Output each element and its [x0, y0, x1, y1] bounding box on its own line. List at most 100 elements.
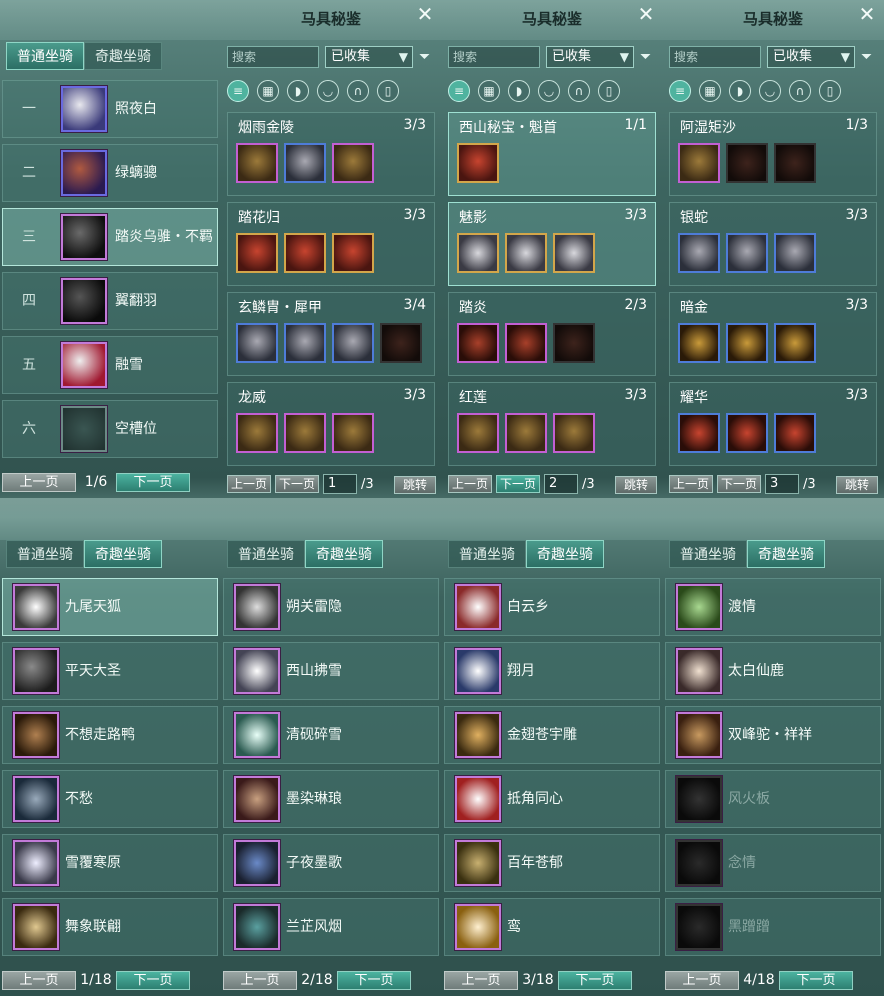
equipment-set[interactable]: 玄鳞胄・犀甲 3/4 — [227, 292, 435, 376]
gear-item[interactable] — [236, 323, 278, 363]
mount-row[interactable]: 渡情 — [665, 578, 881, 636]
prev-page-button[interactable]: 上一页 — [444, 970, 518, 990]
gear-item[interactable] — [284, 413, 326, 453]
gear-item[interactable] — [774, 233, 816, 273]
grid-category-icon[interactable]: ▦ — [257, 80, 279, 102]
horseshoe-icon[interactable]: ∩ — [347, 80, 369, 102]
mount-row[interactable]: 翔月 — [444, 642, 660, 700]
equipment-set[interactable]: 西山秘宝・魁首 1/1 — [448, 112, 656, 196]
gear-item[interactable] — [726, 413, 768, 453]
next-page-button[interactable]: 下一页 — [496, 475, 540, 493]
mount-row[interactable]: 兰芷风烟 — [223, 898, 439, 956]
prev-page-button[interactable]: 上一页 — [2, 472, 76, 492]
chest-armor-icon[interactable]: ◡ — [317, 80, 339, 102]
search-input[interactable]: 搜索 — [669, 46, 761, 68]
close-icon[interactable]: ✕ — [637, 4, 655, 24]
mount-row[interactable]: 黑蹭蹭 — [665, 898, 881, 956]
next-page-button[interactable]: 下一页 — [116, 970, 190, 990]
gear-item[interactable] — [236, 233, 278, 273]
next-page-button[interactable]: 下一页 — [558, 970, 632, 990]
gear-item[interactable] — [553, 413, 595, 453]
gear-item-locked[interactable] — [774, 143, 816, 183]
tab-fun-mounts[interactable]: 奇趣坐骑 — [526, 540, 604, 568]
prev-page-button[interactable]: 上一页 — [227, 475, 271, 493]
mount-row[interactable]: 六 空槽位 — [2, 400, 218, 458]
saddle-icon[interactable]: ▯ — [377, 80, 399, 102]
gear-item[interactable] — [678, 143, 720, 183]
mount-row[interactable]: 西山拂雪 — [223, 642, 439, 700]
filter-icon[interactable]: ⏷ — [640, 46, 656, 68]
equipment-set[interactable]: 暗金 3/3 — [669, 292, 877, 376]
gear-item[interactable] — [284, 323, 326, 363]
prev-page-button[interactable]: 上一页 — [2, 970, 76, 990]
horseshoe-icon[interactable]: ∩ — [568, 80, 590, 102]
gear-item[interactable] — [457, 323, 499, 363]
all-category-icon[interactable]: ≡ — [227, 80, 249, 102]
gear-item[interactable] — [236, 413, 278, 453]
mount-row-selected[interactable]: 九尾天狐 — [2, 578, 218, 636]
gear-item[interactable] — [457, 413, 499, 453]
jump-button[interactable]: 跳转 — [394, 476, 436, 494]
mount-row[interactable]: 金翅苍宇雕 — [444, 706, 660, 764]
mount-row[interactable]: 太白仙鹿 — [665, 642, 881, 700]
gear-item[interactable] — [553, 233, 595, 273]
tab-normal-mounts[interactable]: 普通坐骑 — [6, 42, 84, 70]
gear-item-locked[interactable] — [380, 323, 422, 363]
mount-row[interactable]: 平天大圣 — [2, 642, 218, 700]
mount-row[interactable]: 白云乡 — [444, 578, 660, 636]
tab-fun-mounts[interactable]: 奇趣坐骑 — [305, 540, 383, 568]
mount-row[interactable]: 雪覆寒原 — [2, 834, 218, 892]
mount-row[interactable]: 双峰驼・祥祥 — [665, 706, 881, 764]
horseshoe-icon[interactable]: ∩ — [789, 80, 811, 102]
gear-item[interactable] — [332, 233, 374, 273]
next-page-button[interactable]: 下一页 — [779, 970, 853, 990]
collect-filter-select[interactable]: 已收集 ▼ — [546, 46, 634, 68]
head-armor-icon[interactable]: ◗ — [508, 80, 530, 102]
gear-item[interactable] — [236, 143, 278, 183]
filter-icon[interactable]: ⏷ — [419, 46, 435, 68]
tab-normal-mounts[interactable]: 普通坐骑 — [448, 540, 526, 568]
gear-item[interactable] — [774, 323, 816, 363]
chest-armor-icon[interactable]: ◡ — [538, 80, 560, 102]
mount-row[interactable]: 风火板 — [665, 770, 881, 828]
equipment-set[interactable]: 烟雨金陵 3/3 — [227, 112, 435, 196]
gear-item-locked[interactable] — [726, 143, 768, 183]
collect-filter-select[interactable]: 已收集 ▼ — [325, 46, 413, 68]
tab-fun-mounts[interactable]: 奇趣坐骑 — [84, 42, 162, 70]
gear-item[interactable] — [726, 323, 768, 363]
tab-fun-mounts[interactable]: 奇趣坐骑 — [747, 540, 825, 568]
head-armor-icon[interactable]: ◗ — [287, 80, 309, 102]
next-page-button[interactable]: 下一页 — [717, 475, 761, 493]
equipment-set[interactable]: 阿湿矩沙 1/3 — [669, 112, 877, 196]
collect-filter-select[interactable]: 已收集 ▼ — [767, 46, 855, 68]
mount-row[interactable]: 鸾 — [444, 898, 660, 956]
gear-item[interactable] — [678, 413, 720, 453]
equipment-set[interactable]: 踏花归 3/3 — [227, 202, 435, 286]
grid-category-icon[interactable]: ▦ — [478, 80, 500, 102]
prev-page-button[interactable]: 上一页 — [665, 970, 739, 990]
filter-icon[interactable]: ⏷ — [861, 46, 877, 68]
gear-item[interactable] — [332, 323, 374, 363]
gear-item[interactable] — [678, 323, 720, 363]
mount-row[interactable]: 四 翼翻羽 — [2, 272, 218, 330]
page-number-input[interactable]: 1 — [323, 474, 357, 494]
next-page-button[interactable]: 下一页 — [337, 970, 411, 990]
page-number-input[interactable]: 3 — [765, 474, 799, 494]
jump-button[interactable]: 跳转 — [836, 476, 878, 494]
mount-row[interactable]: 不想走路鸭 — [2, 706, 218, 764]
chest-armor-icon[interactable]: ◡ — [759, 80, 781, 102]
mount-row[interactable]: 清砚碎雪 — [223, 706, 439, 764]
gear-item[interactable] — [457, 233, 499, 273]
gear-item[interactable] — [726, 233, 768, 273]
tab-normal-mounts[interactable]: 普通坐骑 — [227, 540, 305, 568]
mount-row[interactable]: 五 融雪 — [2, 336, 218, 394]
search-input[interactable]: 搜索 — [227, 46, 319, 68]
gear-item[interactable] — [505, 413, 547, 453]
head-armor-icon[interactable]: ◗ — [729, 80, 751, 102]
next-page-button[interactable]: 下一页 — [275, 475, 319, 493]
gear-item[interactable] — [505, 233, 547, 273]
mount-row[interactable]: 舞象联翩 — [2, 898, 218, 956]
saddle-icon[interactable]: ▯ — [819, 80, 841, 102]
mount-row[interactable]: 二 绿螭骢 — [2, 144, 218, 202]
gear-item-locked[interactable] — [553, 323, 595, 363]
